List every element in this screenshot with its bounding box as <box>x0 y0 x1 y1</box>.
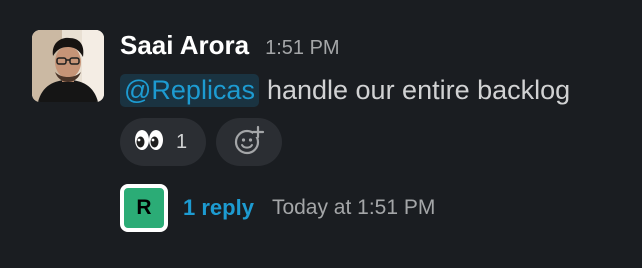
last-reply-time: Today at 1:51 PM <box>271 196 436 219</box>
message-header: Saai Arora 1:51 PM <box>120 30 340 64</box>
author-name[interactable]: Saai Arora <box>120 30 249 61</box>
eyes-emoji-icon <box>134 129 164 156</box>
thread-avatar-letter: R <box>136 196 152 219</box>
reply-count-link[interactable]: 1 reply <box>183 195 254 221</box>
avatar-photo <box>32 30 104 102</box>
add-reaction-button[interactable] <box>216 118 282 166</box>
avatar[interactable] <box>32 30 104 102</box>
thread-reply-avatar[interactable]: R <box>120 184 168 232</box>
reactions-bar: 1 <box>120 118 282 166</box>
reaction-count: 1 <box>176 130 188 153</box>
message[interactable]: Saai Arora 1:51 PM @Replicas handle our … <box>0 0 642 268</box>
reaction-eyes[interactable]: 1 <box>120 118 206 166</box>
thread-summary[interactable]: R 1 reply Today at 1:51 PM <box>120 184 435 232</box>
add-emoji-icon <box>233 124 265 161</box>
user-mention[interactable]: @Replicas <box>120 73 259 107</box>
message-timestamp[interactable]: 1:51 PM <box>265 37 339 60</box>
message-text: handle our entire backlog <box>266 74 571 105</box>
message-body: @Replicas handle our entire backlog <box>120 68 570 112</box>
